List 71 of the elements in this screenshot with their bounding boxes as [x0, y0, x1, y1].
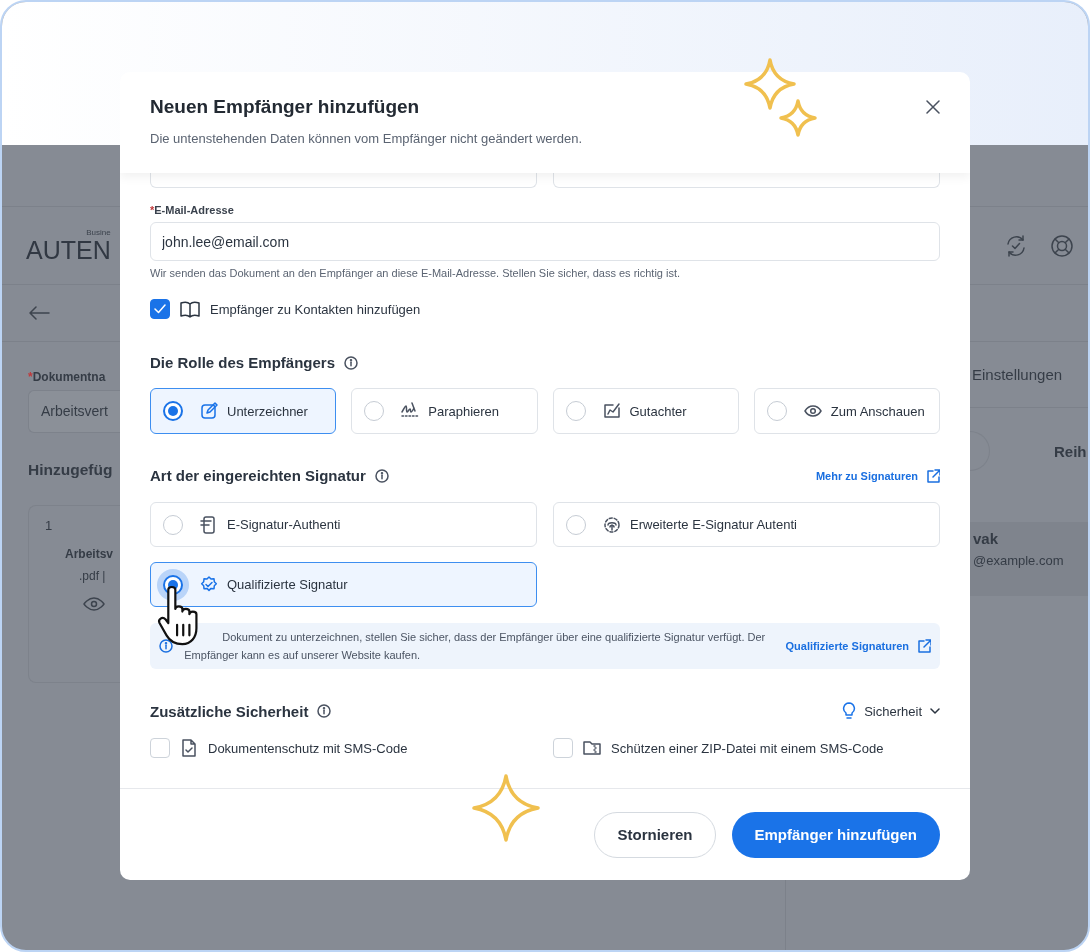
field-label: *Dokumentna	[28, 370, 106, 384]
recipient-email: @example.com	[973, 553, 1064, 568]
edit-note-icon	[602, 402, 621, 420]
info-icon	[159, 639, 173, 653]
section-heading: Zusätzliche Sicherheit	[150, 702, 309, 720]
radio-option[interactable]: Gutachter	[552, 388, 739, 434]
link[interactable]: Qualifizierte Signaturen	[785, 639, 931, 653]
document-check-icon	[180, 739, 198, 757]
radio-option[interactable]: Paraphieren	[351, 388, 538, 434]
sparkle-icon	[743, 57, 797, 111]
cancel-button[interactable]: Stornieren	[594, 811, 716, 858]
radio-button[interactable]	[163, 514, 183, 535]
radio-option[interactable]: E-Signatur-Authenti	[150, 502, 537, 547]
field-label: *E-Mail-Adresse	[150, 204, 234, 216]
section-heading: Art der eingereichten Signatur	[150, 467, 366, 484]
lifebuoy-icon[interactable]	[1050, 233, 1074, 258]
fingerprint-icon	[603, 515, 621, 534]
email-field[interactable]: john.lee@email.com	[150, 222, 940, 261]
edit-icon	[200, 402, 218, 420]
recipient-name: vak	[973, 530, 999, 547]
lightbulb-icon	[842, 702, 857, 720]
add-button[interactable]: Empfänger hinzufügen	[731, 811, 940, 858]
close-button[interactable]	[926, 100, 940, 114]
text-field[interactable]	[553, 173, 940, 188]
external-link-icon	[926, 468, 940, 483]
badge-check-icon	[200, 575, 218, 594]
section-heading: Die Rolle des Empfängers	[150, 354, 336, 371]
info-icon[interactable]	[344, 355, 359, 370]
radio-button[interactable]	[565, 401, 586, 421]
info-icon[interactable]	[317, 704, 332, 718]
radio-option[interactable]: Unterzeichner	[150, 388, 337, 434]
radio-option[interactable]: Qualifizierte Signatur	[150, 562, 537, 607]
radio-option[interactable]: Zum Anschauen	[753, 388, 940, 434]
back-arrow-icon[interactable]	[28, 306, 50, 320]
close-icon	[926, 100, 940, 114]
document-name: Arbeitsv	[65, 547, 114, 561]
card-index: 1	[45, 518, 53, 533]
radio-option[interactable]: Erweiterte E-Signatur Autenti	[553, 502, 940, 547]
sparkle-icon	[778, 98, 818, 138]
dropdown[interactable]: Sicherheit	[842, 702, 940, 720]
logo-caption: Busine	[86, 228, 111, 237]
check-icon	[154, 304, 166, 314]
sync-check-icon[interactable]	[1004, 233, 1028, 258]
sparkle-icon	[471, 773, 541, 843]
checkbox[interactable]	[150, 299, 170, 319]
external-link-icon	[917, 639, 931, 653]
dialog-title: Neuen Empfänger hinzufügen	[150, 96, 421, 118]
field-hint: Wir senden das Dokument an den Empfänger an diese E-Mail-Adresse. Stellen Sie sicher, dass es richtig ist.	[150, 267, 682, 279]
column-heading: Reih	[1054, 442, 1087, 460]
info-icon[interactable]	[374, 468, 389, 483]
text-field[interactable]	[150, 173, 537, 188]
eye-icon	[803, 402, 822, 420]
dialog-subtitle: Die untenstehenden Daten können vom Empfänger nicht geändert werden.	[150, 131, 583, 146]
info-text: Dokument zu unterzeichnen, stellen Sie sicher, dass der Empfänger über eine qualifizierte Signatur verfügt. Der Empfänger kann es auf unserer Website kaufen.	[184, 630, 767, 663]
radio-button[interactable]	[163, 401, 183, 421]
radio-button[interactable]	[364, 401, 385, 421]
checkbox-label: Schützen einer ZIP-Datei mit einem SMS-Code	[611, 740, 884, 756]
radio-button[interactable]	[566, 514, 586, 535]
eye-icon[interactable]	[83, 597, 105, 611]
document-meta: .pdf |	[79, 569, 106, 583]
checkbox-label: Empfänger zu Kontakten hinzufügen	[210, 301, 421, 317]
folder-zip-icon	[583, 739, 601, 757]
book-icon	[180, 300, 200, 318]
radio-button[interactable]	[766, 401, 787, 421]
signature-icon	[401, 402, 420, 420]
link[interactable]: Mehr zu Signaturen	[815, 468, 940, 483]
logo: AUTEN	[26, 237, 111, 263]
chevron-down-icon	[930, 708, 940, 714]
section-heading: Hinzugefüg	[28, 461, 113, 479]
phone-sign-icon	[200, 515, 218, 534]
checkbox-label: Dokumentenschutz mit SMS-Code	[208, 740, 408, 756]
